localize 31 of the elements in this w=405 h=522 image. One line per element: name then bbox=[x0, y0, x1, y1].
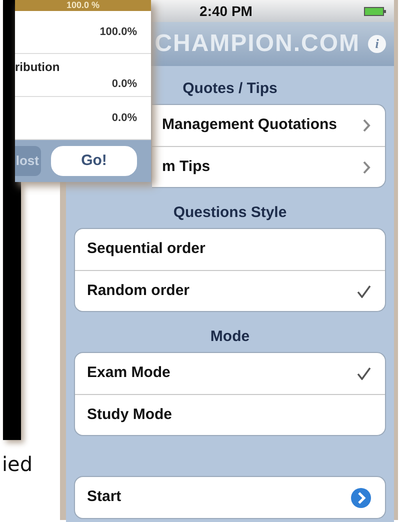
row-label: Random order bbox=[87, 280, 190, 301]
table-row[interactable]: Exam Mode bbox=[75, 353, 385, 394]
row-label: Exam Mode bbox=[87, 363, 170, 384]
chevron-icon bbox=[363, 160, 371, 174]
table-row[interactable]: Study Mode bbox=[75, 394, 385, 435]
row-label: Management Quotations bbox=[162, 115, 338, 136]
section-header: Quotes / Tips bbox=[182, 78, 278, 99]
section-header: Mode bbox=[210, 326, 250, 347]
disclosure-icon[interactable] bbox=[351, 488, 371, 508]
table-row[interactable]: Sequential order bbox=[75, 229, 385, 270]
row-label: Start bbox=[87, 487, 122, 508]
chevron-icon bbox=[363, 119, 371, 132]
table-row[interactable]: Management Quotations bbox=[152, 105, 385, 146]
caption-text: ied bbox=[2, 452, 33, 476]
go-button[interactable]: Go! bbox=[51, 146, 137, 176]
percent-value: 100.0% bbox=[100, 24, 137, 40]
row-label: ribution bbox=[15, 58, 60, 76]
info-button[interactable]: i bbox=[368, 35, 386, 53]
row-label: m Tips bbox=[162, 156, 210, 177]
percent-value: 0.0% bbox=[112, 76, 137, 92]
section-header: Questions Style bbox=[173, 202, 287, 223]
table-row[interactable]: Start bbox=[75, 477, 385, 518]
header-strip: 100.0 % bbox=[15, 0, 151, 11]
table-row[interactable]: Random order bbox=[75, 270, 385, 311]
status-time: 2:40 PM bbox=[200, 2, 252, 20]
row-label: Sequential order bbox=[87, 239, 206, 260]
table-row[interactable]: m Tips bbox=[152, 146, 385, 187]
battery-icon bbox=[364, 6, 386, 16]
percent-value: 0.0% bbox=[112, 110, 137, 126]
nav-title: CHAMPION.COM bbox=[154, 29, 360, 59]
row-label: Study Mode bbox=[87, 404, 172, 425]
